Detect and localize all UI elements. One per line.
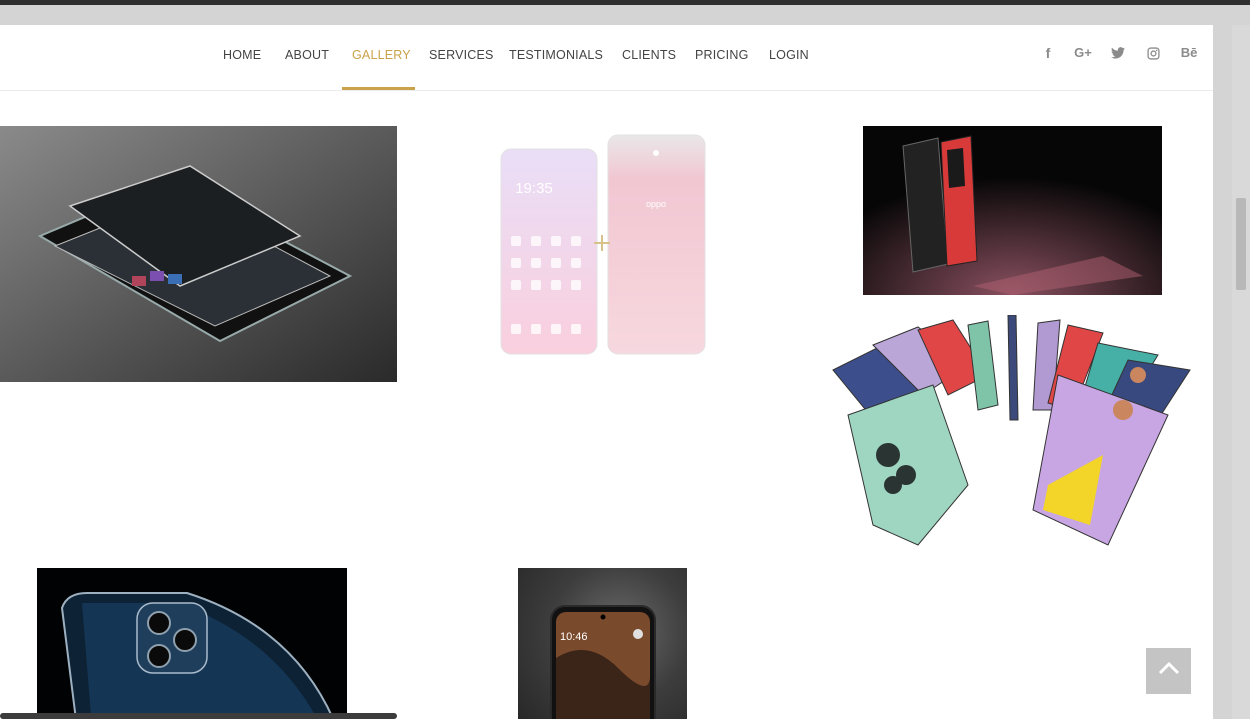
google-plus-icon[interactable]: G+ [1071, 45, 1095, 65]
fan-phones-image[interactable] [828, 315, 1195, 568]
vertical-scrollbar-thumb[interactable] [1236, 198, 1246, 290]
active-nav-underline [342, 87, 415, 90]
oppo-brand-text: oppo [646, 199, 666, 209]
oppo-phones-image[interactable]: oppo 19:35 [498, 131, 708, 355]
nav-item-testimonials[interactable]: TESTIMONIALS [509, 25, 603, 91]
dark-phone-clock-text: 10:46 [560, 631, 588, 643]
oppo-clock-text: 19:35 [515, 180, 553, 197]
page-content: HOME ABOUT GALLERY SERVICES TESTIMONIALS… [0, 25, 1213, 719]
nav-item-gallery[interactable]: GALLERY [352, 25, 411, 91]
navbar: HOME ABOUT GALLERY SERVICES TESTIMONIALS… [0, 25, 1213, 91]
red-phones-image[interactable] [863, 126, 1162, 295]
behance-icon[interactable]: Bē [1177, 45, 1201, 65]
chevron-up-icon [1158, 661, 1179, 675]
tablets-image[interactable] [0, 126, 397, 382]
back-to-top-button[interactable] [1146, 648, 1191, 694]
instagram-icon[interactable] [1147, 47, 1161, 67]
nav-item-about[interactable]: ABOUT [285, 25, 329, 91]
dark-phone-image[interactable]: 10:46 [518, 568, 687, 719]
iphone-image[interactable] [37, 568, 347, 719]
browser-top-bar [0, 0, 1250, 5]
nav-item-clients[interactable]: CLIENTS [622, 25, 676, 91]
nav-item-services[interactable]: SERVICES [429, 25, 494, 91]
twitter-icon[interactable] [1111, 47, 1127, 67]
nav-item-home[interactable]: HOME [223, 25, 261, 91]
nav-item-pricing[interactable]: PRICING [695, 25, 749, 91]
nav-item-login[interactable]: LOGIN [769, 25, 809, 91]
vertical-scrollbar[interactable] [1232, 25, 1250, 719]
horizontal-scrollbar-thumb[interactable] [0, 713, 397, 719]
facebook-icon[interactable]: f [1041, 45, 1055, 65]
